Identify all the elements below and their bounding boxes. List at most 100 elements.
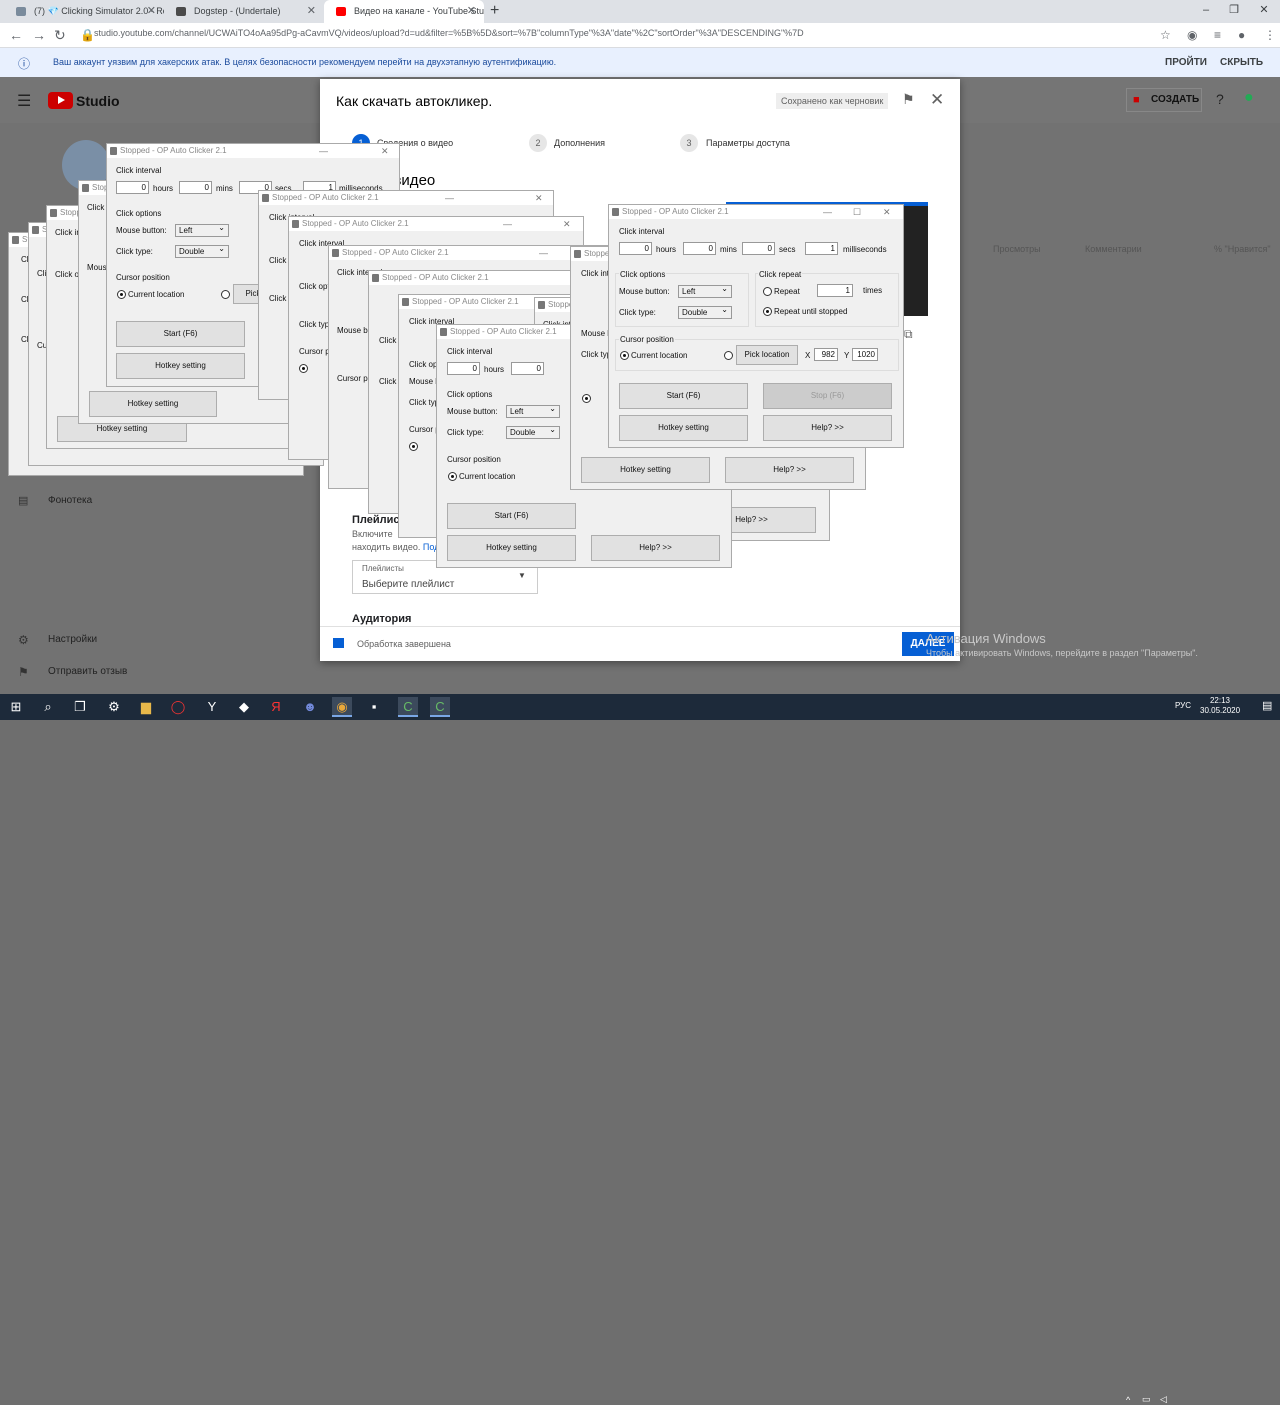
mins-input[interactable]: 0 [511,362,544,375]
hours-input[interactable]: 0 [619,242,652,255]
taskbar-clock[interactable]: 22:13 30.05.2020 [1200,696,1240,716]
nav-library[interactable]: Фонотека [48,495,92,506]
bookmark-star-icon[interactable]: ☆ [1160,28,1171,42]
app-icon[interactable]: ▪ [364,697,384,717]
pick-location-radio[interactable] [221,290,230,299]
step-3-label[interactable]: Параметры доступа [706,138,790,148]
window-titlebar[interactable]: Stopped - OP Auto Clicker 2.1 — ✕ [107,144,399,158]
menu-dots-icon[interactable]: ⋮ [1264,28,1276,42]
create-button[interactable]: ■ СОЗДАТЬ [1126,88,1202,112]
forward-icon[interactable]: → [32,27,46,43]
click-type-select[interactable]: Double [175,243,229,258]
playlist-icon[interactable]: ≡ [1214,28,1221,42]
copy-link-icon[interactable]: ⧉ [904,327,913,342]
yandex-browser-icon[interactable]: Y [202,697,222,717]
step-2-indicator[interactable]: 2 [529,134,547,152]
x-coordinate-input[interactable]: 982 [814,348,838,361]
opera-icon[interactable]: ◯ [168,697,188,717]
pick-location-radio[interactable] [724,351,733,360]
network-icon[interactable]: ▭ [1142,1394,1151,1405]
window-titlebar[interactable]: Stopped - OP Auto Clicker 2.1 — ✕ [289,217,583,231]
close-dialog-icon[interactable]: ✕ [930,90,944,110]
window-titlebar[interactable]: Stopped - OP Auto Clicker 2.1 — ☐ ✕ [609,205,903,219]
minimize-button[interactable]: – [1192,0,1220,20]
mins-input[interactable]: 0 [179,181,212,194]
nav-settings[interactable]: Настройки [48,634,97,645]
close-tab-icon[interactable]: ✕ [467,0,476,23]
click-type-select[interactable]: Double [678,304,732,319]
reload-icon[interactable]: ↻ [54,27,66,44]
repeat-until-stopped-radio[interactable] [763,307,772,316]
hotkey-setting-button[interactable]: Hotkey setting [89,391,217,417]
minimize-icon[interactable]: — [539,246,548,260]
search-icon[interactable]: ⌕ [38,697,58,717]
current-location-radio[interactable] [299,364,308,373]
start-button[interactable]: Start (F6) [116,321,245,347]
file-explorer-icon[interactable]: ▆ [136,697,156,717]
current-location-radio[interactable] [582,394,591,403]
y-coordinate-input[interactable]: 1020 [852,348,878,361]
profile-avatar-icon[interactable]: ● [1238,28,1245,42]
maximize-button[interactable]: ❐ [1220,0,1248,20]
current-location-radio[interactable] [448,472,457,481]
lock-icon[interactable]: 🔒 [80,28,95,42]
mouse-button-select[interactable]: Left [678,283,732,298]
browser-tab-clicking-simulator[interactable]: (7) 💎 Clicking Simulator 2.0 - Ro ✕ [4,0,164,23]
tray-expand-icon[interactable]: ^ [1126,1395,1130,1405]
minimize-icon[interactable]: — [319,144,328,158]
current-location-radio[interactable] [620,351,629,360]
step-3-indicator[interactable]: 3 [680,134,698,152]
close-tab-icon[interactable]: ✕ [147,0,156,23]
volume-icon[interactable]: ◁ [1160,1394,1167,1405]
mouse-button-select[interactable]: Left [175,222,229,237]
camtasia-recorder-icon[interactable]: C [430,697,450,717]
current-location-radio[interactable] [117,290,126,299]
address-bar[interactable]: studio.youtube.com/channel/UCWAiTO4oAa95… [94,28,804,38]
task-view-icon[interactable]: ❐ [70,697,90,717]
banner-go-button[interactable]: ПРОЙТИ [1165,57,1207,68]
chrome-icon[interactable]: ◉ [332,697,352,717]
close-icon[interactable]: ✕ [563,217,571,231]
yandex-icon[interactable]: Я [266,697,286,717]
help-button[interactable]: Help? >> [591,535,720,561]
pick-location-button[interactable]: Pick location [736,345,798,365]
account-avatar-icon[interactable]: ● [1244,89,1254,107]
op-clicker-window-front[interactable]: Stopped - OP Auto Clicker 2.1 — ☐ ✕ Click i… [608,204,904,448]
extension-icon[interactable]: ◉ [1187,28,1197,42]
close-tab-icon[interactable]: ✕ [307,0,316,23]
close-icon[interactable]: ✕ [883,205,891,219]
notifications-icon[interactable]: ▤ [1262,699,1272,712]
hours-input[interactable]: 0 [447,362,480,375]
youtube-logo-icon[interactable] [48,92,73,109]
mouse-button-select[interactable]: Left [506,403,560,418]
hours-input[interactable]: 0 [116,181,149,194]
start-windows-icon[interactable]: ⊞ [6,697,26,717]
app-icon[interactable]: ◆ [234,697,254,717]
close-icon[interactable]: ✕ [535,191,543,205]
help-button[interactable]: Help? >> [763,415,892,441]
banner-hide-button[interactable]: СКРЫТЬ [1220,57,1263,68]
hotkey-setting-button[interactable]: Hotkey setting [581,457,710,483]
mins-input[interactable]: 0 [683,242,716,255]
click-type-select[interactable]: Double [506,424,560,439]
repeat-radio[interactable] [763,287,772,296]
start-button[interactable]: Start (F6) [447,503,576,529]
current-location-radio[interactable] [409,442,418,451]
stop-button[interactable]: Stop (F6) [763,383,892,409]
video-preview[interactable] [900,206,928,316]
hotkey-setting-button[interactable]: Hotkey setting [116,353,245,379]
minimize-icon[interactable]: — [823,205,832,219]
discord-icon[interactable]: ☻ [300,697,320,717]
secs-input[interactable]: 0 [742,242,775,255]
back-icon[interactable]: ← [9,27,23,43]
minimize-icon[interactable]: — [503,217,512,231]
browser-tab-youtube-studio[interactable]: Видео на канале - YouTube Studi ✕ [324,0,484,23]
close-icon[interactable]: ✕ [381,144,389,158]
help-button[interactable]: Help? >> [725,457,854,483]
report-icon[interactable]: ⚑ [902,91,915,108]
close-window-button[interactable]: ✕ [1250,0,1278,20]
repeat-count-input[interactable]: 1 [817,284,853,297]
nav-feedback[interactable]: Отправить отзыв [48,666,127,677]
hotkey-setting-button[interactable]: Hotkey setting [619,415,748,441]
step-2-label[interactable]: Дополнения [554,138,605,148]
